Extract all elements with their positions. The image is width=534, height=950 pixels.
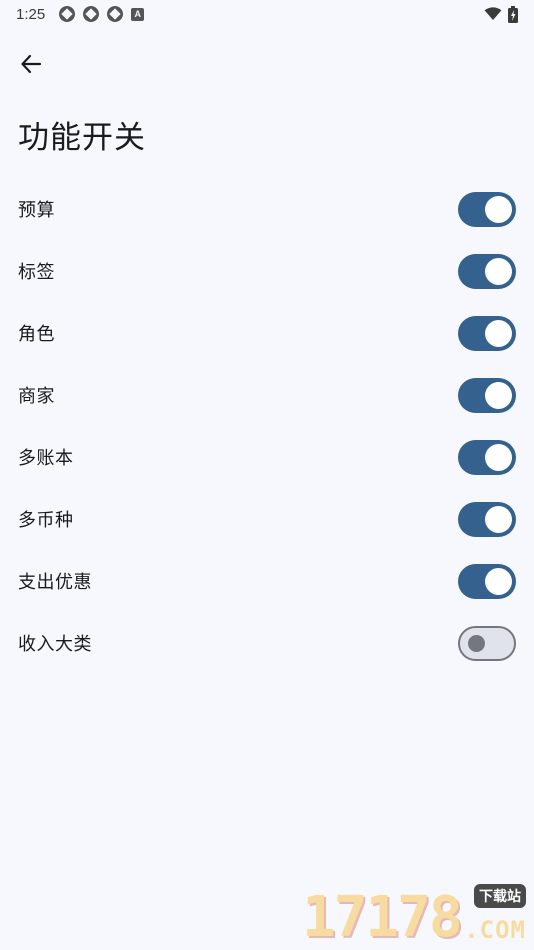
watermark-suffix: .COM (464, 916, 526, 944)
setting-label: 多币种 (18, 510, 74, 531)
toggle-knob (485, 443, 512, 471)
setting-row-multi-ledger[interactable]: 多账本 (0, 426, 534, 488)
setting-label: 支出优惠 (18, 572, 92, 593)
notification-icons: A (59, 6, 145, 22)
toggle-knob (485, 257, 512, 285)
toggle-switch[interactable] (458, 563, 516, 599)
setting-label: 预算 (18, 200, 55, 221)
setting-label: 收入大类 (18, 634, 92, 655)
setting-row-expense-discount[interactable]: 支出优惠 (0, 550, 534, 612)
watermark-digits: 17178 (302, 885, 463, 950)
page-title: 功能开关 (18, 120, 146, 156)
setting-row-multi-currency[interactable]: 多币种 (0, 488, 534, 550)
notification-icon (107, 6, 124, 22)
toggle-switch[interactable] (458, 191, 516, 227)
setting-row-budget[interactable]: 预算 (0, 178, 534, 240)
setting-row-merchants[interactable]: 商家 (0, 364, 534, 426)
setting-row-income-categories[interactable]: 收入大类 (0, 612, 534, 674)
battery-icon (508, 5, 518, 23)
toggle-switch[interactable] (458, 315, 516, 351)
setting-label: 标签 (18, 262, 55, 283)
toggle-knob (485, 567, 512, 595)
status-time: 1:25 (16, 5, 46, 23)
setting-label: 角色 (18, 324, 55, 345)
toggle-knob (468, 634, 485, 652)
arrow-left-icon (21, 54, 42, 74)
setting-label: 多账本 (18, 448, 74, 469)
notification-icon (83, 6, 100, 22)
watermark-logo: 17178 下载站 .COM (302, 884, 528, 946)
toggle-switch[interactable] (458, 377, 516, 413)
back-button[interactable] (14, 47, 48, 81)
watermark-badge: 下载站 (474, 884, 526, 908)
settings-list: 预算 标签 角色 商家 多账本 多币种 支出优惠 收入大类 (0, 178, 534, 674)
system-icons (484, 5, 518, 23)
toggle-knob (485, 319, 512, 347)
notification-icon (59, 6, 76, 22)
toggle-switch[interactable] (458, 439, 516, 475)
toggle-switch[interactable] (458, 253, 516, 289)
setting-row-tags[interactable]: 标签 (0, 240, 534, 302)
toggle-knob (485, 195, 512, 223)
wifi-icon (484, 7, 502, 20)
setting-label: 商家 (18, 386, 55, 407)
toggle-switch[interactable] (458, 625, 516, 661)
toggle-knob (485, 505, 512, 533)
status-bar: 1:25 A (0, 0, 534, 28)
setting-row-roles[interactable]: 角色 (0, 302, 534, 364)
toggle-knob (485, 381, 512, 409)
a-icon: A (131, 7, 145, 21)
toggle-switch[interactable] (458, 501, 516, 537)
